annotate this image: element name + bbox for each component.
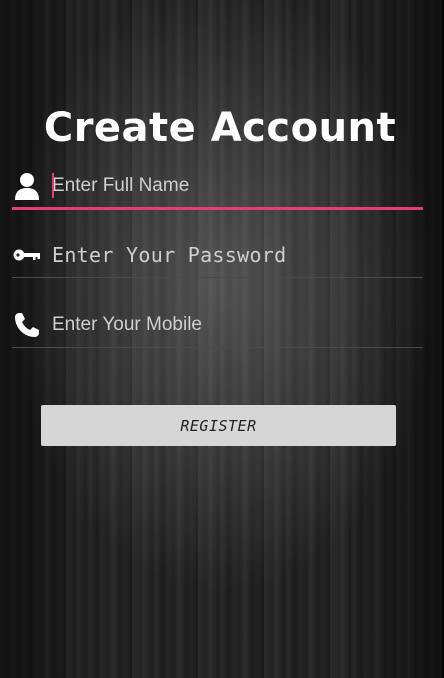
full-name-underline: [12, 207, 423, 210]
register-button[interactable]: REGISTER: [41, 405, 396, 446]
full-name-input[interactable]: [52, 168, 423, 204]
full-name-field[interactable]: [12, 168, 423, 212]
mobile-underline: [12, 347, 423, 348]
phone-icon: [12, 307, 42, 343]
mobile-input[interactable]: [52, 307, 423, 343]
person-icon: [12, 168, 42, 204]
password-field[interactable]: [12, 237, 423, 281]
password-underline: [12, 277, 423, 278]
create-account-screen: Create Account Enter Full Name Enter You…: [0, 0, 444, 678]
mobile-field[interactable]: [12, 307, 423, 351]
text-cursor: [52, 173, 54, 198]
key-icon: [12, 237, 42, 273]
password-input[interactable]: [52, 237, 423, 273]
page-title: Create Account: [43, 104, 397, 151]
